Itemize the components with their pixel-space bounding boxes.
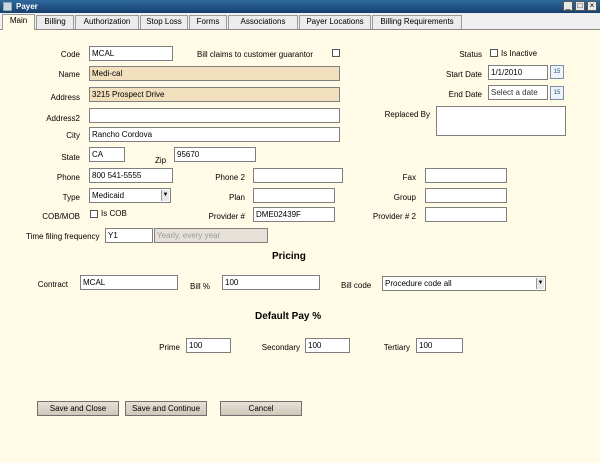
time-filing-label: Time filing frequency	[26, 232, 100, 241]
tab-bar: Main Billing Authorization Stop Loss For…	[0, 13, 600, 30]
cobmob-label: COB/MOB	[42, 212, 80, 221]
tab-payer-locations[interactable]: Payer Locations	[299, 15, 371, 29]
secondary-label: Secondary	[261, 343, 300, 352]
tab-main[interactable]: Main	[2, 14, 35, 30]
tab-authorization[interactable]: Authorization	[75, 15, 139, 29]
pricing-heading: Pricing	[272, 251, 306, 262]
default-pay-heading: Default Pay %	[255, 311, 322, 322]
tertiary-label: Tertiary	[383, 343, 410, 352]
tab-stop-loss[interactable]: Stop Loss	[140, 15, 188, 29]
contract-label: Contract	[37, 280, 68, 289]
tab-billing-requirements[interactable]: Billing Requirements	[372, 15, 462, 29]
name-label: Name	[58, 70, 80, 79]
bill-claims-checkbox[interactable]	[332, 49, 340, 57]
contract-input[interactable]: MCAL	[80, 275, 178, 290]
minimize-button[interactable]: _	[563, 1, 573, 11]
provider2-input[interactable]	[425, 207, 507, 222]
bill-code-label: Bill code	[341, 281, 372, 290]
chevron-down-icon[interactable]: ▼	[536, 278, 544, 289]
phone-input[interactable]: 800 541-5555	[89, 168, 173, 183]
code-input[interactable]: MCAL	[89, 46, 173, 61]
city-label: City	[66, 131, 80, 140]
time-filing-description: Yearly, every year	[154, 228, 268, 243]
provider-label: Provider #	[208, 212, 245, 221]
end-date-input[interactable]: Select a date	[488, 85, 548, 100]
phone2-label: Phone 2	[215, 173, 245, 182]
address2-input[interactable]	[89, 108, 340, 123]
name-input[interactable]: Medi-cal	[89, 66, 340, 81]
window-title: Payer	[16, 2, 38, 11]
chevron-down-icon[interactable]: ▼	[161, 190, 169, 201]
phone-label: Phone	[56, 173, 80, 182]
app-icon	[3, 2, 12, 11]
state-label: State	[61, 153, 80, 162]
prime-label: Prime	[159, 343, 180, 352]
end-date-label: End Date	[448, 90, 482, 99]
save-and-close-button[interactable]: Save and Close	[37, 401, 119, 416]
save-and-continue-button[interactable]: Save and Continue	[125, 401, 207, 416]
zip-label: Zip	[155, 156, 167, 165]
prime-input[interactable]: 100	[186, 338, 231, 353]
plan-input[interactable]	[253, 188, 335, 203]
calendar-icon[interactable]: 15	[550, 65, 564, 79]
tab-billing[interactable]: Billing	[36, 15, 74, 29]
is-inactive-checkbox[interactable]	[490, 49, 498, 57]
type-select[interactable]: Medicaid ▼	[89, 188, 171, 203]
close-button[interactable]: ×	[587, 1, 597, 11]
phone2-input[interactable]	[253, 168, 343, 183]
state-input[interactable]: CA	[89, 147, 125, 162]
is-cob-label: Is COB	[101, 209, 127, 218]
address-label: Address	[50, 93, 80, 102]
provider2-label: Provider # 2	[372, 212, 416, 221]
address2-label: Address2	[46, 114, 80, 123]
start-date-label: Start Date	[445, 70, 482, 79]
city-input[interactable]: Rancho Cordova	[89, 127, 340, 142]
maximize-button[interactable]: □	[575, 1, 585, 11]
secondary-input[interactable]: 100	[305, 338, 350, 353]
provider-input[interactable]: DME02439F	[253, 207, 335, 222]
bill-code-select-value: Procedure code all	[385, 279, 452, 288]
calendar-icon[interactable]: 15	[550, 86, 564, 100]
code-label: Code	[60, 50, 80, 59]
group-label: Group	[393, 193, 416, 202]
bill-pct-label: Bill %	[190, 282, 211, 291]
fax-label: Fax	[402, 173, 416, 182]
tab-forms[interactable]: Forms	[189, 15, 227, 29]
type-label: Type	[62, 193, 80, 202]
replaced-by-input[interactable]	[436, 106, 566, 136]
title-bar: Payer _ □ ×	[0, 0, 600, 13]
bill-code-select[interactable]: Procedure code all ▼	[382, 276, 546, 291]
type-select-value: Medicaid	[92, 191, 125, 200]
cancel-button[interactable]: Cancel	[220, 401, 302, 416]
replaced-by-label: Replaced By	[384, 110, 430, 119]
group-input[interactable]	[425, 188, 507, 203]
is-cob-checkbox[interactable]	[90, 210, 98, 218]
bill-claims-label: Bill claims to customer guarantor	[197, 50, 314, 59]
address-input[interactable]: 3215 Prospect Drive	[89, 87, 340, 102]
zip-input[interactable]: 95670	[174, 147, 256, 162]
fax-input[interactable]	[425, 168, 507, 183]
start-date-input[interactable]: 1/1/2010	[488, 65, 548, 80]
tab-associations[interactable]: Associations	[228, 15, 298, 29]
time-filing-code-input[interactable]: Y1	[105, 228, 153, 243]
bill-pct-input[interactable]: 100	[222, 275, 320, 290]
is-inactive-label: Is Inactive	[501, 49, 538, 58]
plan-label: Plan	[228, 193, 245, 202]
status-label: Status	[459, 50, 482, 59]
tertiary-input[interactable]: 100	[416, 338, 463, 353]
